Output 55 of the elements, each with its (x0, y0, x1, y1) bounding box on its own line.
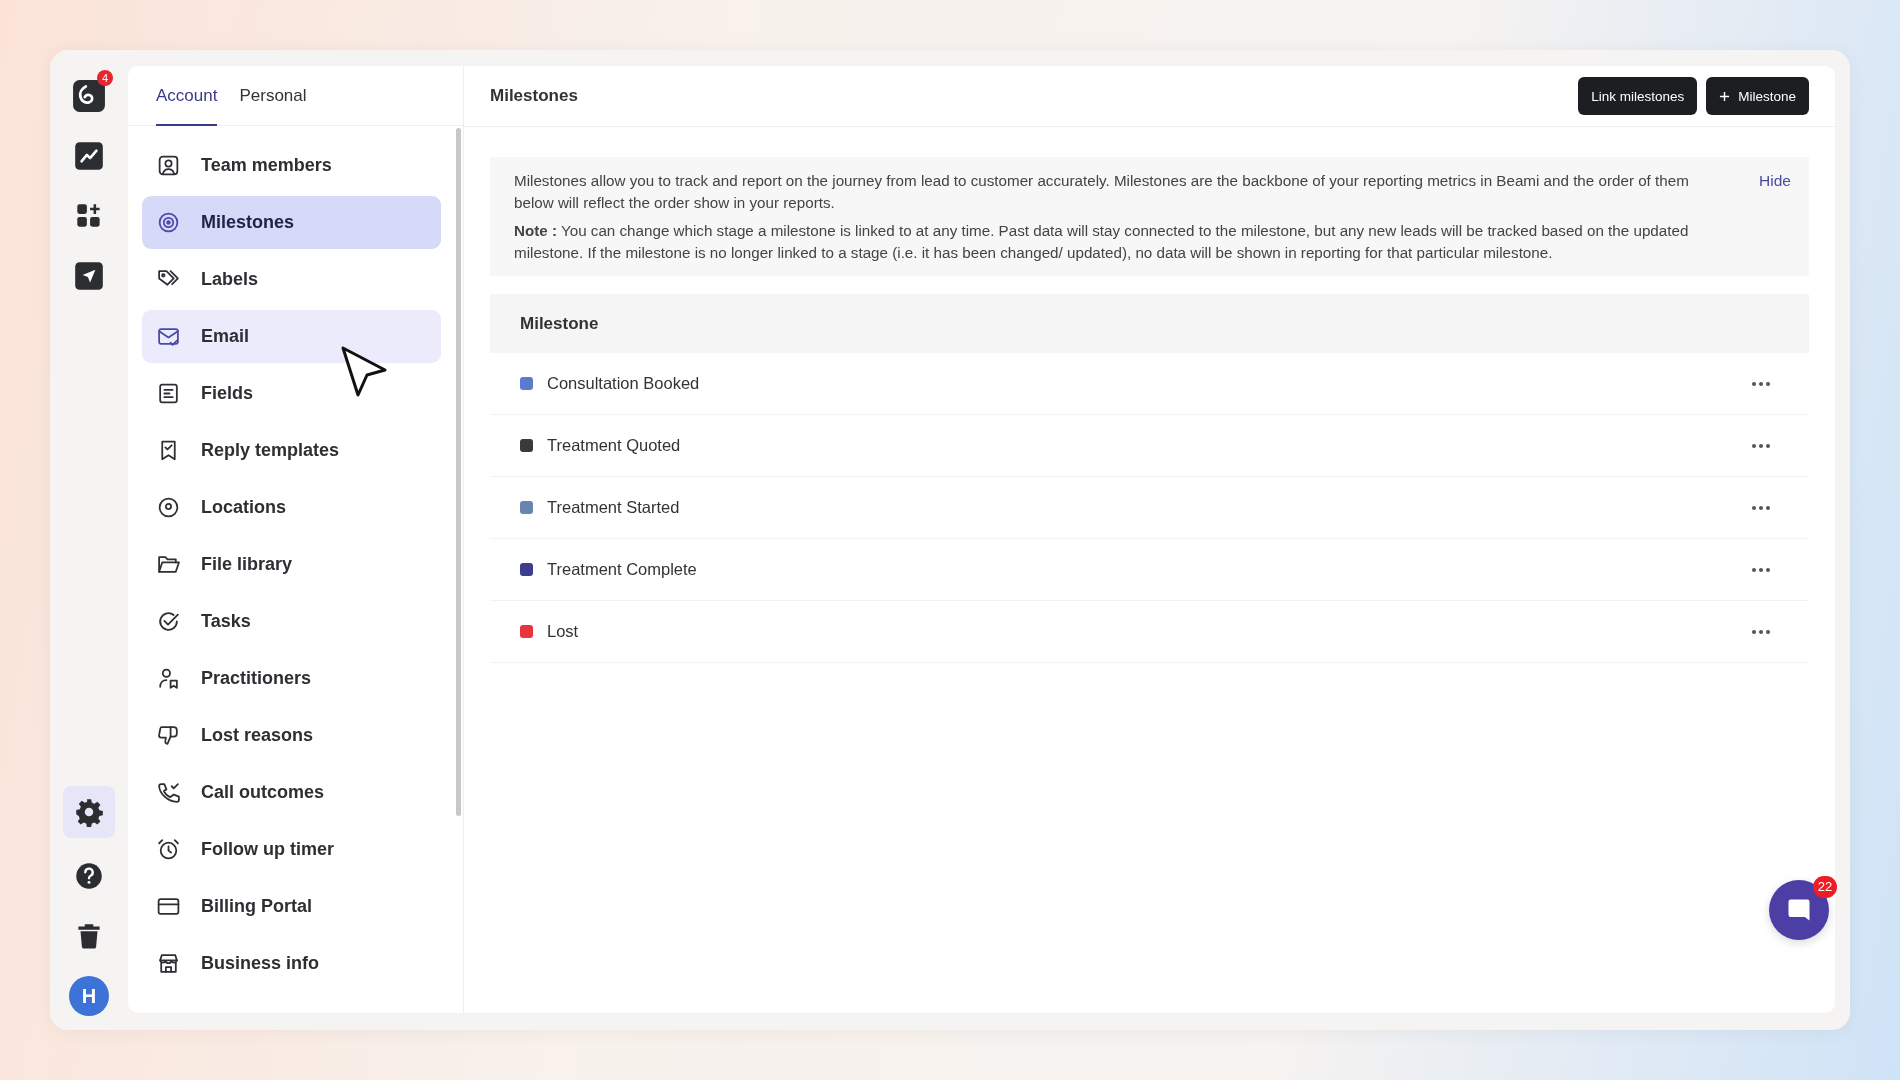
milestone-name: Treatment Started (547, 498, 681, 517)
user-card-icon (156, 153, 181, 178)
page-title: Milestones (490, 86, 578, 106)
plus-icon (1719, 90, 1731, 102)
settings-tab[interactable]: Account (156, 66, 218, 126)
target-icon (156, 210, 181, 235)
more-icon[interactable] (1751, 442, 1771, 449)
chart-icon (72, 139, 106, 173)
add-milestone-button[interactable]: Milestone (1706, 77, 1809, 115)
sidebar-item[interactable]: Milestones (142, 196, 441, 249)
milestone-name: Consultation Booked (547, 374, 701, 393)
milestone-name: Lost (547, 622, 580, 641)
sidebar-item[interactable]: Business info (142, 937, 441, 990)
phone-check-icon (156, 780, 181, 805)
sidebar-item[interactable]: Billing Portal (142, 880, 441, 933)
more-icon[interactable] (1751, 628, 1771, 635)
info-note: Note : You can change which stage a milestone is linked to at any time. Past data will stay connected to the milestone, but any new leads will be tracked based on the updated milestone. If the milestone is no longer linked to a stage (i.e. it has been changed/ updated), no data will be shown in reporting for that particular milestone. (514, 221, 1690, 263)
link-milestones-button[interactable]: Link milestones (1578, 77, 1698, 115)
milestone-name: Treatment Complete (547, 560, 698, 579)
sidebar-item[interactable]: Practitioners (142, 652, 441, 705)
settings-tab[interactable]: Personal (239, 66, 307, 126)
rail-button[interactable] (63, 786, 115, 838)
hide-link[interactable]: Hide (1759, 170, 1791, 264)
more-icon[interactable] (1751, 504, 1771, 511)
sidebar-item[interactable]: Lost reasons (142, 709, 441, 762)
sidebar-item[interactable]: Fields (142, 367, 441, 420)
milestone-row[interactable]: Consultation Booked (490, 353, 1809, 415)
notification-badge: 4 (97, 70, 113, 86)
sidebar-item[interactable]: Call outcomes (142, 766, 441, 819)
store-icon (156, 951, 181, 976)
info-text: Milestones allow you to track and report on the journey from lead to customer accurately. Milestones are the backbone of your reporting metrics in Beami and the order of them below will reflect the order show in your reports. (514, 171, 1690, 213)
alarm-clock-icon (156, 837, 181, 862)
milestone-row[interactable]: Treatment Complete (490, 539, 1809, 601)
location-pin-icon (156, 495, 181, 520)
milestone-row[interactable]: Treatment Quoted (490, 415, 1809, 477)
user-avatar[interactable]: H (69, 976, 109, 1016)
milestone-row[interactable]: Lost (490, 601, 1809, 663)
more-icon[interactable] (1751, 380, 1771, 387)
sidebar-item[interactable]: Locations (142, 481, 441, 534)
sidebar-item[interactable]: Tasks (142, 595, 441, 648)
thumbs-down-icon (156, 723, 181, 748)
more-icon[interactable] (1751, 566, 1771, 573)
column-header: Milestone (520, 313, 599, 334)
send-icon (72, 259, 106, 293)
person-badge-icon (156, 666, 181, 691)
sidebar-item[interactable]: Team members (142, 139, 441, 192)
sidebar-item[interactable]: Reply templates (142, 424, 441, 477)
sidebar-item[interactable]: Email (142, 310, 441, 363)
sidebar-item[interactable]: Follow up timer (142, 823, 441, 876)
milestone-name: Treatment Quoted (547, 436, 682, 455)
milestone-row[interactable]: Treatment Started (490, 477, 1809, 539)
sidebar-item[interactable]: File library (142, 538, 441, 591)
check-circle-icon (156, 609, 181, 634)
sidebar-item[interactable]: Labels (142, 253, 441, 306)
form-icon (156, 381, 181, 406)
